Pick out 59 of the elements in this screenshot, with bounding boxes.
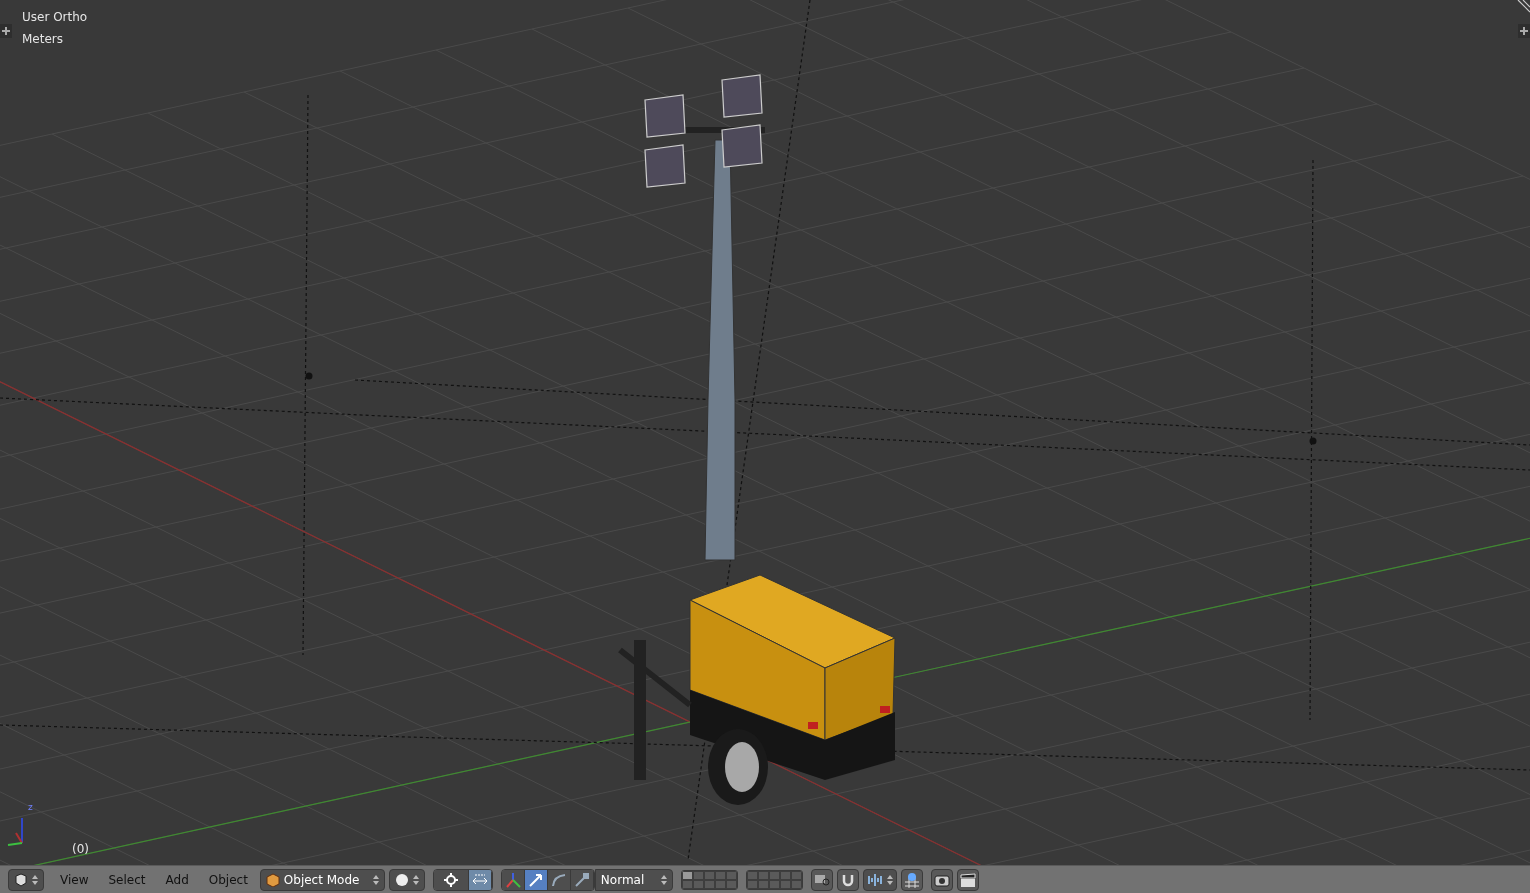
cube-icon (14, 872, 28, 887)
menu-item[interactable]: View (52, 872, 97, 887)
layer-toggle[interactable] (746, 870, 758, 880)
layer-toggle[interactable] (703, 879, 715, 889)
camera-icon[interactable] (930, 868, 953, 891)
manipulate-center-icon[interactable] (468, 869, 492, 890)
layer-toggle[interactable] (757, 870, 769, 880)
editor-type-dropdown[interactable] (8, 868, 44, 891)
translate-manipulator-icon[interactable] (524, 869, 548, 890)
corner-grip-icon[interactable] (1516, 0, 1530, 14)
up-down-arrows-icon (32, 873, 38, 886)
orientation-dropdown[interactable]: Normal (594, 868, 673, 891)
snap-target-icon[interactable] (900, 868, 923, 891)
layer-toggle[interactable] (779, 879, 791, 889)
shading-dropdown[interactable] (388, 868, 425, 891)
layer-toggle[interactable] (692, 879, 704, 889)
up-down-arrows-icon (372, 873, 379, 886)
layer-toggle[interactable] (757, 879, 769, 889)
layer-toggle[interactable] (790, 879, 802, 889)
up-down-arrows-icon (886, 873, 893, 886)
sphere-icon (394, 872, 409, 887)
rotate-manipulator-icon[interactable] (547, 869, 571, 890)
view-name: User Ortho (22, 10, 88, 24)
layer-toggle[interactable] (714, 870, 726, 880)
units-label: Meters (22, 32, 63, 46)
lock-camera-icon[interactable] (810, 868, 833, 891)
expand-icon[interactable] (1518, 24, 1530, 38)
expand-icon[interactable] (0, 24, 12, 38)
pivot-icon (443, 872, 458, 887)
menu-item[interactable]: Select (100, 872, 154, 887)
layer-toggle[interactable] (714, 879, 726, 889)
layer-toggle[interactable] (681, 879, 693, 889)
mode-dropdown[interactable]: Object Mode (259, 868, 385, 891)
axis-label: z (28, 802, 33, 812)
up-down-arrows-icon (412, 873, 419, 886)
snap-element-dropdown[interactable] (862, 868, 897, 891)
clapperboard-icon[interactable] (956, 868, 979, 891)
layer-toggle[interactable] (725, 870, 737, 880)
lamp-center-icon (1309, 437, 1317, 445)
up-down-arrows-icon (660, 873, 667, 886)
layer-toggle[interactable] (681, 870, 693, 880)
layer-toggle[interactable] (790, 870, 802, 880)
layer-toggle[interactable] (746, 879, 758, 889)
cube-icon (265, 872, 280, 887)
layer-toggle[interactable] (703, 870, 715, 880)
pivot-dropdown[interactable] (433, 869, 469, 890)
layer-toggle[interactable] (692, 870, 704, 880)
menu-item[interactable]: Add (157, 872, 197, 887)
lamp-center-icon (305, 372, 313, 380)
snap-element-icon (866, 872, 883, 887)
layer-toggle[interactable] (768, 879, 780, 889)
manipulator-axes-icon[interactable] (501, 869, 525, 890)
layer-toggle[interactable] (768, 870, 780, 880)
layer-toggle[interactable] (725, 879, 737, 889)
scale-manipulator-icon[interactable] (570, 869, 594, 890)
layer-toggle[interactable] (779, 870, 791, 880)
menu-item[interactable]: Object (200, 872, 256, 887)
magnet-icon[interactable] (836, 868, 859, 891)
frame-number: (0) (72, 842, 89, 856)
